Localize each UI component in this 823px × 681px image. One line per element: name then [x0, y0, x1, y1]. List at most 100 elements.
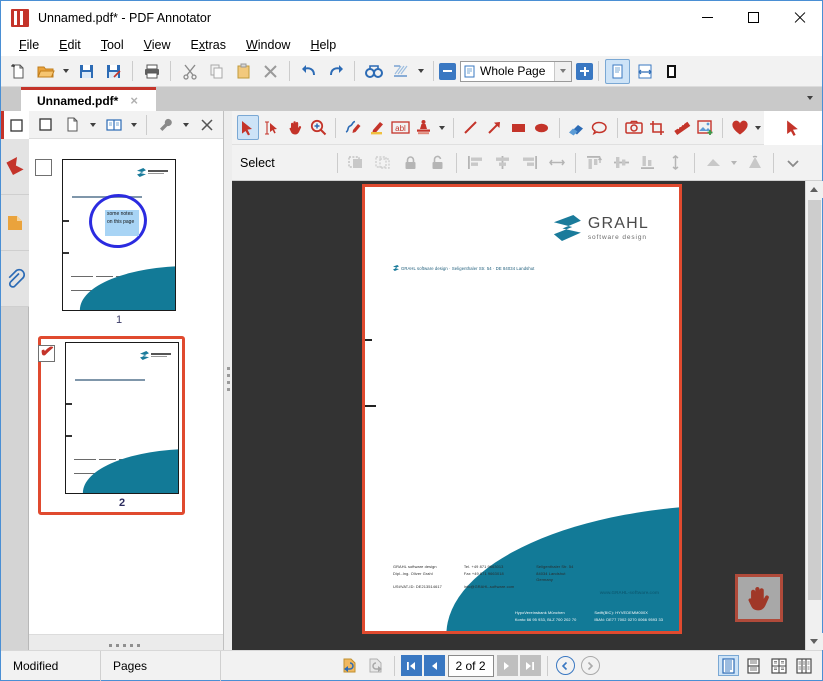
page-layout-dropdown[interactable] — [128, 112, 140, 137]
page-tools-dropdown[interactable] — [180, 112, 192, 137]
pen-tool-button[interactable] — [342, 115, 364, 140]
first-page-button[interactable] — [401, 655, 422, 676]
arrow-tool-button[interactable] — [484, 115, 506, 140]
text-select-tool-button[interactable] — [261, 115, 283, 140]
thumbnail-cell-2[interactable]: 2 — [38, 336, 185, 515]
unlock-objects-button[interactable] — [425, 150, 450, 175]
rotate-left-page-button[interactable] — [336, 653, 361, 678]
view-single-page-button[interactable] — [605, 59, 630, 84]
callout-tool-button[interactable] — [589, 115, 611, 140]
save-as-document-button[interactable] — [101, 59, 126, 84]
favorite-stamp-dropdown[interactable] — [752, 115, 763, 140]
next-page-button[interactable] — [497, 655, 518, 676]
align-middle-button[interactable] — [609, 150, 634, 175]
flip-object-button[interactable] — [742, 150, 767, 175]
bookmarks-tab[interactable] — [1, 139, 29, 195]
page-layout-button[interactable] — [101, 112, 126, 137]
zoom-in-button[interactable] — [576, 63, 593, 80]
pages-tab-active[interactable] — [1, 111, 29, 139]
notes-tab[interactable] — [1, 195, 29, 251]
menu-file[interactable]: File — [9, 36, 49, 54]
new-document-button[interactable] — [6, 59, 31, 84]
rotate-dropdown[interactable] — [728, 150, 740, 175]
panel-splitter[interactable] — [224, 111, 232, 650]
attachments-tab[interactable] — [1, 251, 29, 307]
thumbnail-panel-resizer[interactable] — [29, 634, 223, 650]
ocr-button[interactable] — [388, 59, 413, 84]
open-document-button[interactable] — [33, 59, 58, 84]
ruler-tool-button[interactable] — [671, 115, 693, 140]
document-tab[interactable]: Unnamed.pdf* × — [21, 87, 156, 111]
document-page[interactable]: GRAHL software design GRAHL software des… — [362, 184, 682, 634]
scroll-up-button[interactable] — [806, 181, 823, 198]
menu-window[interactable]: Window — [236, 36, 300, 54]
align-left-button[interactable] — [463, 150, 488, 175]
line-tool-button[interactable] — [460, 115, 482, 140]
delete-button[interactable] — [258, 59, 283, 84]
close-thumbnail-panel-button[interactable] — [194, 112, 219, 137]
navigate-forward-button[interactable] — [581, 656, 600, 675]
align-right-button[interactable] — [517, 150, 542, 175]
menu-edit[interactable]: Edit — [49, 36, 91, 54]
view-mode-single-button[interactable] — [743, 655, 764, 676]
align-top-button[interactable] — [582, 150, 607, 175]
distribute-horizontal-button[interactable] — [544, 150, 569, 175]
thumbnail-item-1[interactable]: some notes on this page 1 — [29, 149, 223, 332]
insert-page-button[interactable] — [60, 112, 85, 137]
menu-tool[interactable]: Tool — [91, 36, 134, 54]
print-button[interactable] — [139, 59, 164, 84]
tab-list-dropdown-icon[interactable] — [802, 90, 818, 106]
open-document-dropdown[interactable] — [60, 59, 72, 84]
menu-extras[interactable]: Extras — [181, 36, 236, 54]
vertical-scrollbar[interactable] — [805, 181, 822, 650]
menu-view[interactable]: View — [134, 36, 181, 54]
stamp-tool-button[interactable] — [413, 115, 435, 140]
lock-objects-button[interactable] — [398, 150, 423, 175]
thumbnail-item-2[interactable]: ✔ — [29, 332, 223, 515]
scroll-down-button[interactable] — [806, 633, 823, 650]
paste-button[interactable] — [231, 59, 256, 84]
view-fit-width-button[interactable] — [632, 59, 657, 84]
highlighter-tool-button[interactable] — [366, 115, 388, 140]
insert-image-tool-button[interactable] — [694, 115, 716, 140]
zoom-tool-button[interactable] — [308, 115, 330, 140]
rectangle-tool-button[interactable] — [507, 115, 529, 140]
view-mode-continuous-button[interactable] — [718, 655, 739, 676]
view-full-screen-button[interactable] — [659, 59, 684, 84]
zoom-dropdown-arrow[interactable] — [554, 62, 571, 81]
select-tool-button[interactable] — [237, 115, 259, 140]
rotate-right-page-button[interactable] — [363, 653, 388, 678]
rotate-left-button[interactable] — [701, 150, 726, 175]
zoom-out-button[interactable] — [439, 63, 456, 80]
hand-tool-button[interactable] — [284, 115, 306, 140]
last-page-button[interactable] — [520, 655, 541, 676]
align-center-button[interactable] — [490, 150, 515, 175]
page-tools-button[interactable] — [153, 112, 178, 137]
page-canvas[interactable]: GRAHL software design GRAHL software des… — [232, 181, 822, 650]
favorite-stamp-tool-button[interactable] — [729, 115, 751, 140]
ellipse-tool-button[interactable] — [531, 115, 553, 140]
maximize-button[interactable] — [730, 1, 776, 34]
close-button[interactable] — [776, 1, 822, 34]
view-mode-grid-button[interactable] — [793, 655, 814, 676]
eraser-tool-button[interactable] — [565, 115, 587, 140]
cut-button[interactable] — [177, 59, 202, 84]
hand-tool-overlay-button[interactable] — [735, 574, 783, 622]
snapshot-tool-button[interactable] — [624, 115, 646, 140]
page-checkbox-1[interactable] — [35, 159, 52, 176]
textbox-tool-button[interactable]: abl — [390, 115, 412, 140]
canvas-viewport[interactable]: GRAHL software design GRAHL software des… — [232, 181, 805, 650]
deselect-objects-button[interactable] — [371, 150, 396, 175]
page-checkbox-2[interactable]: ✔ — [38, 345, 55, 362]
document-tab-close-icon[interactable]: × — [130, 94, 138, 107]
view-mode-facing-button[interactable] — [768, 655, 789, 676]
zoom-combo[interactable]: Whole Page — [460, 61, 572, 82]
undo-button[interactable] — [296, 59, 321, 84]
menu-help[interactable]: Help — [300, 36, 346, 54]
thumbnail-list[interactable]: some notes on this page 1 ✔ — [29, 139, 223, 634]
distribute-vertical-button[interactable] — [663, 150, 688, 175]
previous-page-button[interactable] — [424, 655, 445, 676]
find-button[interactable] — [361, 59, 386, 84]
stamp-dropdown[interactable] — [437, 115, 448, 140]
select-all-pages-button[interactable] — [33, 112, 58, 137]
